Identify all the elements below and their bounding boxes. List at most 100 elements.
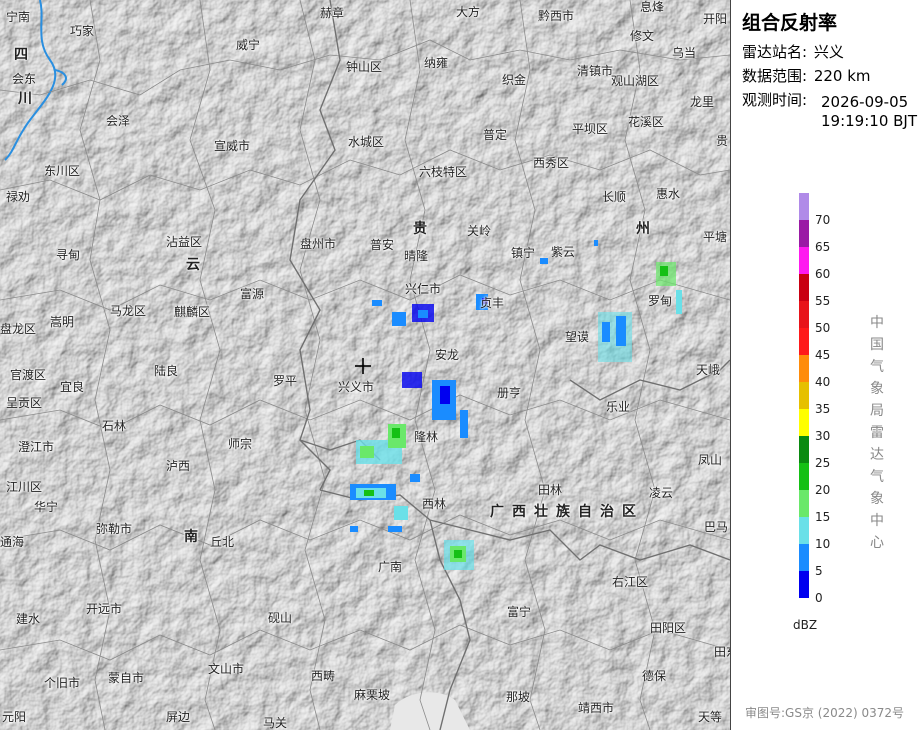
place-label: 弥勒市 (96, 522, 133, 536)
place-label: 禄劝 (6, 190, 31, 204)
legend-swatch (799, 571, 809, 598)
info-panel: 组合反射率 雷达站名: 兴义 数据范围: 220 km 观测时间: 2026-0… (730, 0, 920, 730)
echo-cluster-xingren (372, 294, 488, 326)
place-label: 陆良 (154, 364, 179, 378)
place-label: 罗平 (273, 374, 298, 388)
time-date: 2026-09-05 (821, 93, 909, 111)
legend-swatch (799, 355, 809, 382)
station-label: 雷达站名: (742, 43, 808, 61)
place-label: 开远市 (86, 602, 123, 616)
echo-cluster-anlong (402, 372, 468, 438)
legend-swatch (799, 247, 809, 274)
place-label: 赫章 (320, 6, 345, 20)
place-label: 砚山 (268, 611, 293, 625)
place-label: 普定 (483, 128, 508, 142)
radar-screen: 宁南 巧家 会东 四 川 会泽 东川区 禄劝 寻甸 马龙区 嵩明 盘龙区 官渡区… (0, 0, 920, 730)
place-label: 田林 (538, 483, 563, 497)
place-label: 丘北 (210, 535, 235, 549)
legend-tick-label: 65 (815, 240, 831, 254)
place-label: 水城区 (348, 135, 385, 149)
time-row: 观测时间: (742, 91, 807, 110)
place-label: 乐业 (606, 400, 631, 414)
place-label: 龙里 (690, 95, 715, 109)
place-label: 富源 (240, 287, 265, 301)
place-label: 贵 (413, 221, 428, 237)
legend-tick-label: 70 (815, 213, 831, 227)
legend-tick-label: 50 (815, 321, 831, 335)
place-label: 西林 (422, 497, 447, 511)
place-label: 寻甸 (56, 248, 81, 262)
place-label: 个旧市 (44, 676, 81, 690)
place-label: 盘龙区 (0, 322, 37, 336)
place-label: 四 (14, 47, 29, 63)
place-label: 广南 (378, 560, 403, 574)
legend-tick-label: 20 (815, 483, 831, 497)
time-label: 观测时间: (742, 91, 808, 109)
agency-vertical-text: 中国气象局雷达气象中心 (870, 315, 884, 551)
place-label: 大方 (456, 5, 481, 19)
place-label: 兴仁市 (405, 282, 442, 296)
legend-swatch (799, 517, 809, 544)
legend-tick-label: 40 (815, 375, 831, 389)
place-label: 贞丰 (480, 296, 505, 310)
legend-swatch (799, 544, 809, 571)
place-label: 望谟 (565, 330, 590, 344)
place-label: 黔西市 (538, 9, 575, 23)
product-title: 组合反射率 (742, 12, 838, 34)
range-value: 220 km (813, 67, 871, 85)
place-label: 贵 (716, 134, 729, 148)
place-label: 巴马 (704, 520, 729, 534)
legend-unit: dBZ (793, 618, 818, 632)
place-label: 会泽 (106, 114, 131, 128)
place-label: 田东 (714, 645, 730, 659)
legend-tick-label: 60 (815, 267, 831, 281)
legend-swatch (799, 463, 809, 490)
legend-tick-label: 10 (815, 537, 831, 551)
place-label: 靖西市 (578, 701, 615, 715)
place-label: 麒麟区 (174, 305, 211, 319)
place-label: 镇宁 (511, 246, 536, 260)
legend-swatch (799, 382, 809, 409)
place-label: 六枝特区 (419, 165, 468, 179)
place-label: 石林 (102, 419, 127, 433)
radar-map[interactable]: 宁南 巧家 会东 四 川 会泽 东川区 禄劝 寻甸 马龙区 嵩明 盘龙区 官渡区… (0, 0, 730, 730)
place-label: 清镇市 (577, 64, 614, 78)
legend-swatch (799, 328, 809, 355)
place-label: 文山市 (208, 662, 245, 676)
place-label: 罗甸 (648, 294, 673, 308)
place-label: 马龙区 (110, 304, 147, 318)
place-label: 屏边 (166, 710, 191, 724)
legend-swatch (799, 193, 809, 220)
place-label: 泸西 (166, 459, 191, 473)
legend-tick-label: 30 (815, 429, 831, 443)
place-label: 呈贡区 (6, 396, 43, 410)
place-label: 建水 (16, 612, 41, 626)
echo-cluster-longlin (350, 424, 474, 570)
place-label: 钟山区 (346, 60, 383, 74)
crosshair-icon (355, 358, 371, 374)
place-label: 威宁 (236, 38, 261, 52)
place-label: 官渡区 (10, 368, 47, 382)
place-label: 平塘 (703, 230, 728, 244)
legend-swatch (799, 409, 809, 436)
place-label: 南 (184, 529, 199, 545)
place-label: 州 (636, 221, 651, 237)
place-label: 修文 (630, 29, 655, 43)
legend-swatch (799, 274, 809, 301)
place-label: 宁南 (6, 10, 31, 24)
legend-tick-label: 35 (815, 402, 831, 416)
place-label: 德保 (642, 669, 667, 683)
legend-tick-label: 0 (815, 591, 823, 605)
place-label: 隆林 (414, 430, 439, 444)
place-label: 西秀区 (533, 156, 570, 170)
place-label: 田阳区 (650, 621, 687, 635)
place-label: 会东 (12, 72, 37, 86)
place-label: 沾益区 (166, 235, 203, 249)
province-label: 广西壮族自治区 (490, 504, 644, 520)
place-label: 宜良 (60, 380, 85, 394)
place-label: 关岭 (467, 224, 492, 238)
place-label: 元阳 (2, 710, 27, 724)
range-row: 数据范围: 220 km (742, 67, 871, 86)
place-label: 麻栗坡 (354, 688, 391, 702)
place-label: 天峨 (696, 363, 721, 377)
